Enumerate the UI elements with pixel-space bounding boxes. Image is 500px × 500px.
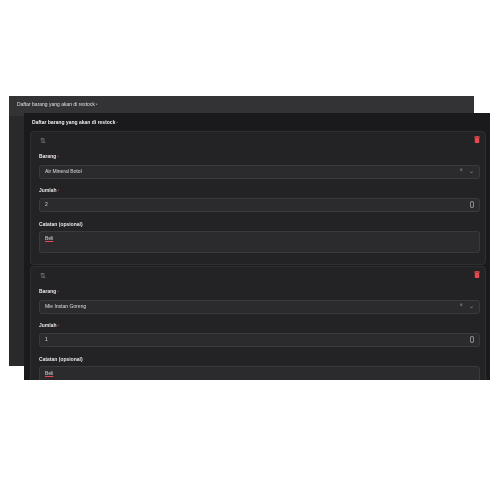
jumlah-label: Jumlah* <box>39 188 60 194</box>
clear-icon[interactable]: × <box>459 303 463 309</box>
number-stepper-icon[interactable] <box>470 201 474 208</box>
barang-select[interactable]: Mie Instan Goreng × ⌄ <box>39 300 480 314</box>
jumlah-value: 1 <box>45 337 48 343</box>
catatan-value: Beli <box>45 371 54 377</box>
barang-select-value: Mie Instan Goreng <box>45 304 87 310</box>
jumlah-value: 2 <box>45 202 48 208</box>
chevron-down-icon[interactable]: ⌄ <box>469 168 474 175</box>
catatan-label: Catatan (opsional) <box>39 222 83 228</box>
number-stepper-icon[interactable] <box>470 336 474 343</box>
drag-handle-icon[interactable]: ⇅ <box>40 137 46 145</box>
drag-handle-icon[interactable]: ⇅ <box>40 272 46 280</box>
chevron-down-icon[interactable]: ⌄ <box>469 303 474 310</box>
restock-item-card: ⇅ Barang* Air Mineral Botol × ⌄ Jumlah* … <box>30 131 486 265</box>
jumlah-input[interactable]: 1 <box>39 333 480 347</box>
catatan-textarea[interactable]: Beli <box>39 231 480 253</box>
barang-label: Barang* <box>39 289 59 295</box>
clear-icon[interactable]: × <box>459 168 463 174</box>
barang-label: Barang* <box>39 154 59 160</box>
catatan-textarea[interactable]: Beli <box>39 366 480 380</box>
catatan-label: Catatan (opsional) <box>39 357 83 363</box>
restock-item-card: ⇅ Barang* Mie Instan Goreng × ⌄ Jumlah* … <box>30 266 486 380</box>
background-panel-title: Daftar barang yang akan di restock* <box>17 102 98 108</box>
jumlah-input[interactable]: 2 <box>39 198 480 212</box>
barang-select-value: Air Mineral Botol <box>45 169 82 175</box>
barang-select[interactable]: Air Mineral Botol × ⌄ <box>39 165 480 179</box>
restock-repeater-panel: Daftar barang yang akan di restock* ⇅ Ba… <box>24 113 490 380</box>
jumlah-label: Jumlah* <box>39 323 60 329</box>
trash-icon[interactable] <box>474 271 480 278</box>
panel-title: Daftar barang yang akan di restock* <box>32 120 118 126</box>
trash-icon[interactable] <box>474 136 480 143</box>
catatan-value: Beli <box>45 236 54 242</box>
